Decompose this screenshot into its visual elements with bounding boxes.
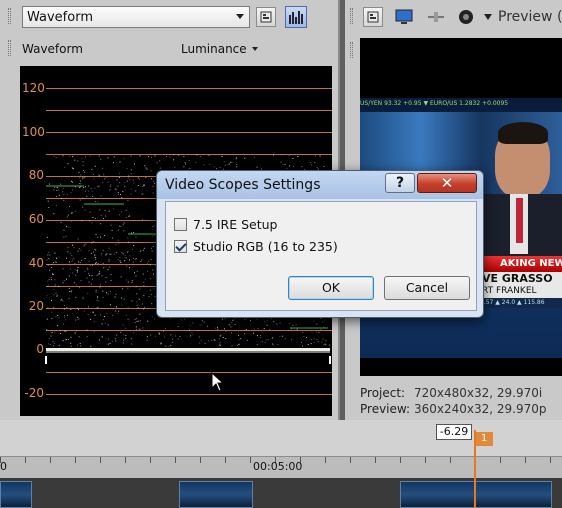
timeline-marker[interactable]: 1	[475, 432, 493, 446]
project-label: Project:	[360, 386, 406, 400]
preview-info: Preview: 360x240x32, 29.970p	[360, 402, 547, 416]
project-value: 720x480x32, 29.970i	[414, 386, 543, 400]
chevron-down-icon[interactable]	[484, 14, 492, 20]
split-view-icon	[428, 12, 444, 22]
guest-name-secondary: RT FRANKEL	[482, 286, 537, 296]
project-info: Project: 720x480x32, 29.970i	[360, 386, 542, 400]
dialog-titlebar[interactable]: Video Scopes Settings ? ✕	[157, 171, 483, 199]
ok-button[interactable]: OK	[288, 276, 374, 300]
ruler-time-label: 00:05:00	[253, 460, 303, 473]
studio-rgb-checkbox[interactable]	[174, 240, 187, 253]
name-lower-third: VE GRASSO RT FRANKEL	[480, 272, 562, 298]
ruler-start-label: 0	[0, 460, 7, 473]
settings-icon	[260, 11, 272, 23]
header-grip[interactable]	[350, 42, 353, 58]
video-clip[interactable]	[0, 481, 32, 508]
toolbar-grip[interactable]	[350, 8, 353, 24]
guest-name: VE GRASSO	[482, 272, 553, 285]
scope-type-value: Waveform	[27, 9, 93, 25]
close-button[interactable]: ✕	[417, 173, 477, 193]
monitor-icon	[395, 9, 413, 24]
video-clip[interactable]	[179, 481, 253, 508]
mouse-pointer-icon	[211, 372, 225, 392]
ire-setup-option[interactable]: 7.5 IRE Setup	[174, 217, 277, 232]
playhead[interactable]	[474, 430, 476, 508]
settings-button[interactable]	[256, 7, 276, 27]
external-monitor-button[interactable]	[394, 8, 414, 26]
studio-rgb-label: Studio RGB (16 to 235)	[193, 239, 338, 254]
anchor-hair	[498, 122, 548, 144]
update-scopes-button[interactable]	[285, 6, 307, 28]
split-screen-button[interactable]	[426, 8, 446, 26]
scope-type-dropdown[interactable]: Waveform	[22, 6, 250, 28]
ire-setup-checkbox[interactable]	[174, 218, 187, 231]
studio-rgb-option[interactable]: Studio RGB (16 to 235)	[174, 239, 338, 254]
breaking-news-text: AKING NEWS	[500, 258, 562, 269]
cursor-position-readout: -6.29	[436, 424, 472, 440]
preview-label: Preview:	[360, 402, 411, 416]
scope-title: Waveform	[22, 42, 83, 56]
bottom-ticker: 3.57 ▲ 24.0 ▲ 115.86	[480, 298, 562, 308]
preview-quality-label[interactable]: Preview (A	[498, 9, 562, 25]
video-clip[interactable]	[400, 481, 552, 508]
header-grip[interactable]	[8, 40, 11, 56]
ticker-strip: US/YEN 93.32 +0.95 ▼ EURO/US 1.2832 +0.0…	[360, 98, 562, 110]
preview-settings-button[interactable]	[363, 7, 383, 27]
waveform-bars-icon	[289, 11, 303, 24]
chevron-down-icon	[236, 14, 244, 19]
toolbar-grip[interactable]	[8, 8, 11, 24]
dialog-title: Video Scopes Settings	[165, 177, 321, 193]
close-icon: ✕	[440, 174, 454, 192]
overlays-button[interactable]	[456, 8, 476, 26]
video-scopes-settings-dialog: Video Scopes Settings ? ✕ 7.5 IRE Setup …	[156, 170, 484, 318]
anchor-tie	[516, 198, 523, 243]
preview-value: 360x240x32, 29.970p	[414, 402, 547, 416]
overlays-icon	[459, 10, 473, 24]
luminance-mode-dropdown[interactable]: Luminance	[181, 42, 247, 56]
help-button[interactable]: ?	[385, 173, 415, 193]
ire-setup-label: 7.5 IRE Setup	[193, 217, 278, 232]
chevron-down-icon	[252, 47, 258, 51]
settings-icon	[367, 11, 379, 23]
dialog-body: 7.5 IRE Setup Studio RGB (16 to 235) OK …	[165, 201, 477, 311]
cancel-button[interactable]: Cancel	[384, 276, 470, 300]
